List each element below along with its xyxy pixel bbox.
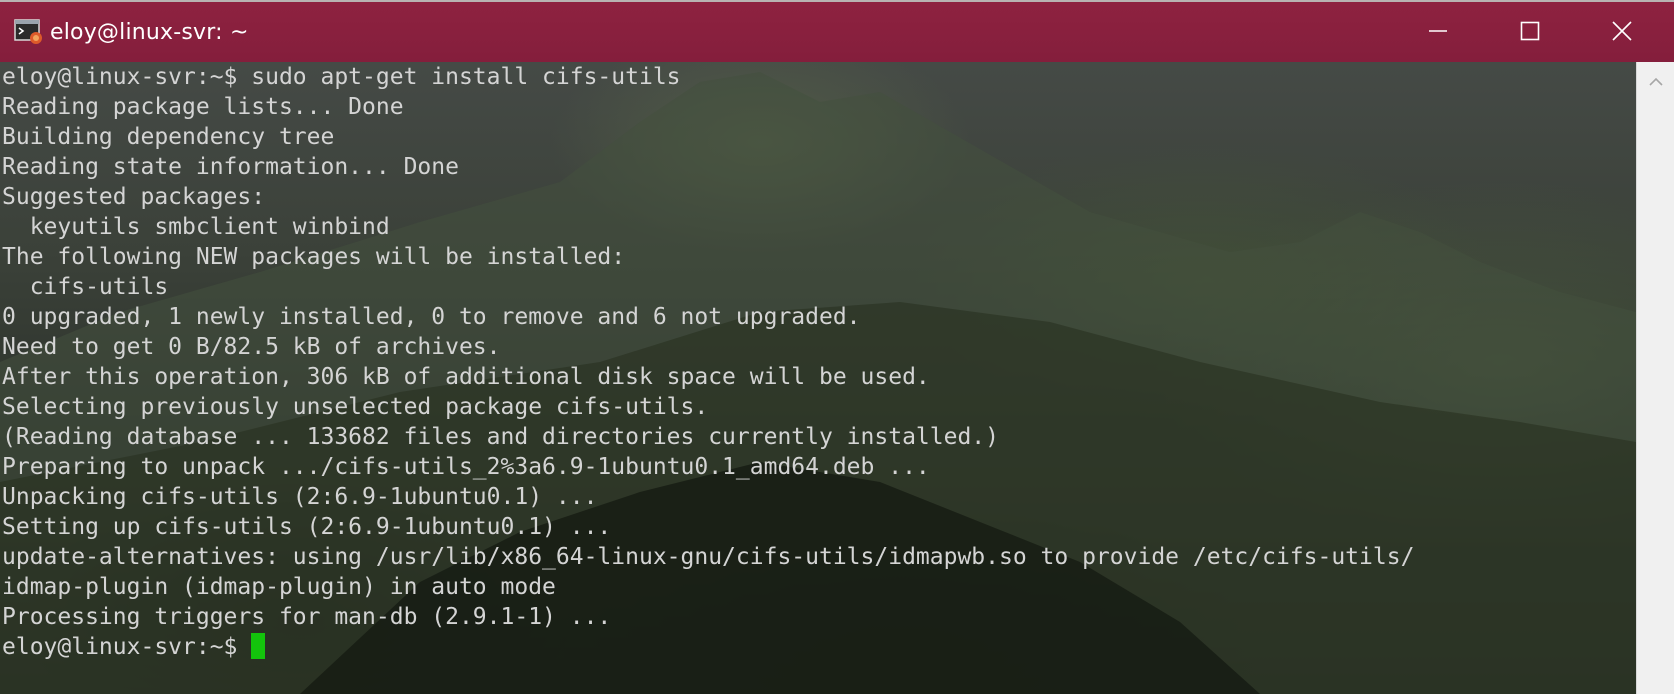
terminal-line: update-alternatives: using /usr/lib/x86_… xyxy=(2,544,1415,570)
terminal-line: Suggested packages: xyxy=(2,184,266,210)
terminal-window: eloy@linux-svr: ~ eloy@linux-svr:~$ sudo… xyxy=(0,0,1674,694)
shell-prompt: eloy@linux-svr:~$ xyxy=(2,634,252,660)
minimize-icon xyxy=(1428,21,1448,45)
scroll-up-button[interactable] xyxy=(1637,62,1674,100)
terminal-line: Building dependency tree xyxy=(2,124,335,150)
terminal-line: Processing triggers for man-db (2.9.1-1)… xyxy=(2,604,612,630)
terminal-line: Reading state information... Done xyxy=(2,154,459,180)
close-button[interactable] xyxy=(1576,4,1668,62)
maximize-icon xyxy=(1520,21,1540,45)
terminal-line: 0 upgraded, 1 newly installed, 0 to remo… xyxy=(2,304,861,330)
prompt-line[interactable]: eloy@linux-svr:~$ xyxy=(2,632,1634,662)
chevron-up-icon xyxy=(1649,72,1663,91)
terminal-content[interactable]: eloy@linux-svr:~$ sudo apt-get install c… xyxy=(0,62,1674,694)
terminal-line: idmap-plugin (idmap-plugin) in auto mode xyxy=(2,574,556,600)
terminal-line: keyutils smbclient winbind xyxy=(2,214,390,240)
terminal-line: Need to get 0 B/82.5 kB of archives. xyxy=(2,334,501,360)
vertical-scrollbar[interactable] xyxy=(1636,62,1674,694)
text-cursor xyxy=(251,633,266,659)
terminal-app-icon[interactable] xyxy=(14,19,44,45)
terminal-line: Unpacking cifs-utils (2:6.9-1ubuntu0.1) … xyxy=(2,484,598,510)
terminal-line: Preparing to unpack .../cifs-utils_2%3a6… xyxy=(2,454,930,480)
terminal-line: eloy@linux-svr:~$ sudo apt-get install c… xyxy=(2,64,681,90)
terminal-line: Reading package lists... Done xyxy=(2,94,404,120)
scroll-thumb[interactable] xyxy=(1645,102,1667,662)
title-bar[interactable]: eloy@linux-svr: ~ xyxy=(0,0,1674,62)
terminal-line: cifs-utils xyxy=(2,274,169,300)
terminal-output[interactable]: eloy@linux-svr:~$ sudo apt-get install c… xyxy=(2,62,1634,694)
terminal-line: Selecting previously unselected package … xyxy=(2,394,709,420)
terminal-line: After this operation, 306 kB of addition… xyxy=(2,364,930,390)
maximize-button[interactable] xyxy=(1484,4,1576,62)
terminal-line: The following NEW packages will be insta… xyxy=(2,244,626,270)
terminal-line: (Reading database ... 133682 files and d… xyxy=(2,424,999,450)
close-icon xyxy=(1612,21,1632,45)
terminal-line: Setting up cifs-utils (2:6.9-1ubuntu0.1)… xyxy=(2,514,612,540)
minimize-button[interactable] xyxy=(1392,4,1484,62)
window-title: eloy@linux-svr: ~ xyxy=(50,20,249,45)
